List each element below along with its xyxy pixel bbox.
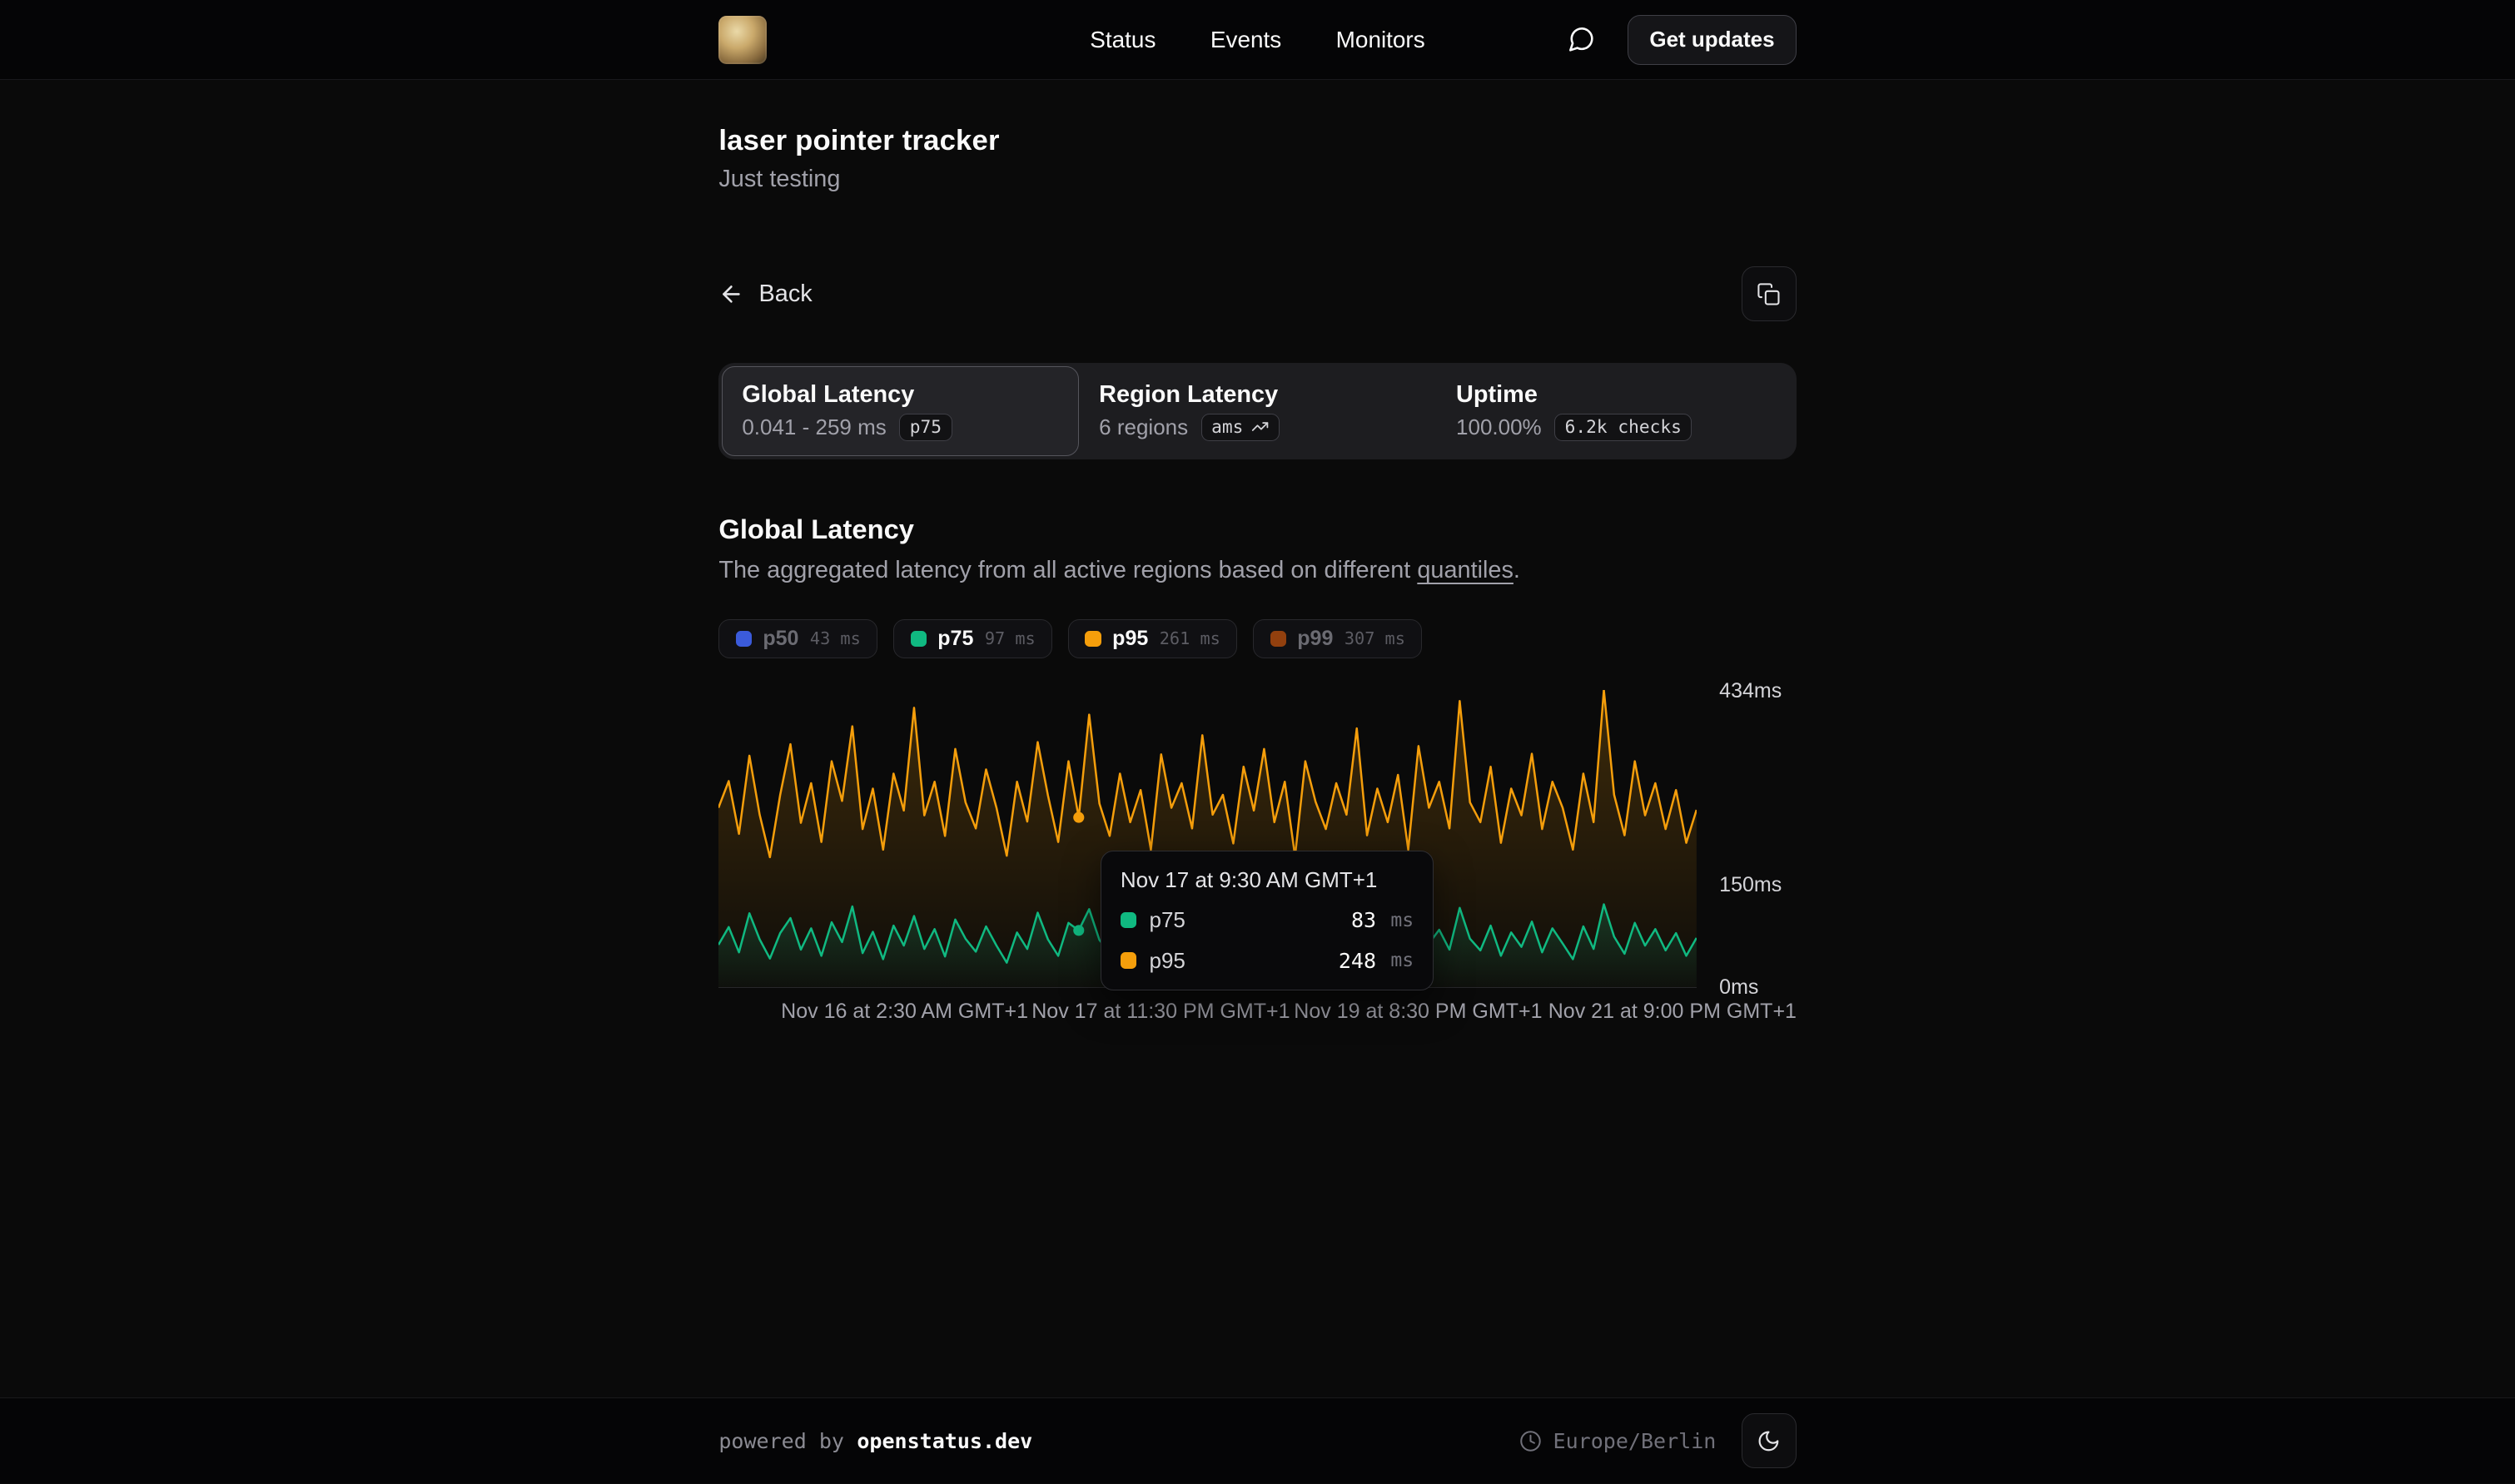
- tab-uptime[interactable]: Uptime 100.00% 6.2k checks: [1436, 366, 1793, 456]
- p75-swatch: [1121, 912, 1136, 928]
- x-axis-tick: Nov 19 at 8:30 PM GMT+1: [1294, 1000, 1542, 1024]
- nav-link-monitors[interactable]: Monitors: [1336, 27, 1425, 53]
- p75-swatch: [911, 631, 927, 647]
- tab-title: Uptime: [1456, 381, 1773, 409]
- legend-item-p99[interactable]: p99 307 ms: [1253, 619, 1422, 658]
- nav-link-status[interactable]: Status: [1090, 27, 1156, 53]
- tab-value: 6 regions: [1099, 414, 1188, 440]
- x-axis-labels: Nov 16 at 2:30 AM GMT+1 Nov 17 at 11:30 …: [718, 1000, 1697, 1032]
- chart-tooltip: Nov 17 at 9:30 AM GMT+1 p75 83 ms p95 24…: [1101, 851, 1434, 990]
- section-description: The aggregated latency from all active r…: [718, 557, 1796, 584]
- tab-title: Region Latency: [1099, 381, 1416, 409]
- x-axis-tick: Nov 16 at 2:30 AM GMT+1: [781, 1000, 1028, 1024]
- back-label: Back: [759, 280, 813, 308]
- moon-icon: [1757, 1429, 1781, 1453]
- primary-nav: Status Events Monitors: [1090, 27, 1424, 53]
- feedback-chat-button[interactable]: [1560, 19, 1602, 61]
- quantiles-link[interactable]: quantiles: [1417, 557, 1513, 583]
- quantile-badge: p75: [899, 414, 952, 441]
- tooltip-timestamp: Nov 17 at 9:30 AM GMT+1: [1121, 867, 1414, 893]
- theme-toggle-button[interactable]: [1742, 1413, 1796, 1467]
- tab-region-latency[interactable]: Region Latency 6 regions ams: [1079, 366, 1436, 456]
- trending-up-icon: [1251, 418, 1269, 435]
- tab-value: 100.00%: [1456, 414, 1542, 440]
- copy-icon: [1757, 282, 1781, 306]
- latency-chart: Nov 17 at 9:30 AM GMT+1 p75 83 ms p95 24…: [718, 690, 1697, 1031]
- page-title: laser pointer tracker: [718, 125, 1796, 157]
- p95-swatch: [1121, 952, 1136, 968]
- tooltip-row-p95: p95 248 ms: [1121, 948, 1414, 974]
- message-bubble-icon: [1567, 25, 1596, 54]
- checks-badge: 6.2k checks: [1554, 414, 1692, 441]
- x-axis-tick: Nov 21 at 9:00 PM GMT+1: [1548, 1000, 1797, 1024]
- legend-item-p50[interactable]: p50 43 ms: [718, 619, 877, 658]
- p95-swatch: [1085, 631, 1101, 647]
- get-updates-button[interactable]: Get updates: [1628, 15, 1796, 65]
- timezone-display: Europe/Berlin: [1519, 1429, 1716, 1453]
- clock-icon: [1519, 1430, 1542, 1452]
- tooltip-row-p75: p75 83 ms: [1121, 907, 1414, 933]
- y-axis-tick: 434ms: [1719, 679, 1782, 703]
- copy-link-button[interactable]: [1742, 266, 1796, 320]
- chart-legend: p50 43 ms p75 97 ms p95 261 ms p99 307 m…: [718, 619, 1796, 658]
- powered-by-label: powered by: [718, 1429, 844, 1453]
- page-subtitle: Just testing: [718, 166, 1796, 193]
- p99-swatch: [1270, 631, 1286, 647]
- tab-value: 0.041 - 259 ms: [742, 414, 886, 440]
- top-navigation-bar: Status Events Monitors Get updates: [0, 0, 2515, 80]
- x-axis-tick: Nov 17 at 11:30 PM GMT+1: [1031, 1000, 1290, 1024]
- region-badge: ams: [1201, 414, 1280, 441]
- nav-link-events[interactable]: Events: [1210, 27, 1281, 53]
- latency-chart-plot[interactable]: Nov 17 at 9:30 AM GMT+1 p75 83 ms p95 24…: [718, 690, 1697, 988]
- legend-item-p75[interactable]: p75 97 ms: [893, 619, 1052, 658]
- section-title: Global Latency: [718, 514, 1796, 545]
- y-axis-tick: 0ms: [1719, 975, 1758, 1000]
- y-axis-tick: 150ms: [1719, 873, 1782, 897]
- tab-title: Global Latency: [742, 381, 1059, 409]
- y-axis-labels: 434ms 150ms 0ms: [1719, 690, 1832, 988]
- main-content: laser pointer tracker Just testing Back …: [0, 80, 2515, 1397]
- openstatus-link[interactable]: openstatus.dev: [857, 1429, 1032, 1453]
- back-button[interactable]: Back: [718, 280, 812, 308]
- footer: powered by openstatus.dev Europe/Berlin: [0, 1397, 2515, 1482]
- metric-tabs: Global Latency 0.041 - 259 ms p75 Region…: [718, 363, 1796, 459]
- p50-swatch: [736, 631, 752, 647]
- tab-global-latency[interactable]: Global Latency 0.041 - 259 ms p75: [722, 366, 1079, 456]
- logo-image[interactable]: [718, 16, 767, 64]
- arrow-left-icon: [718, 281, 744, 307]
- legend-item-p95[interactable]: p95 261 ms: [1068, 619, 1237, 658]
